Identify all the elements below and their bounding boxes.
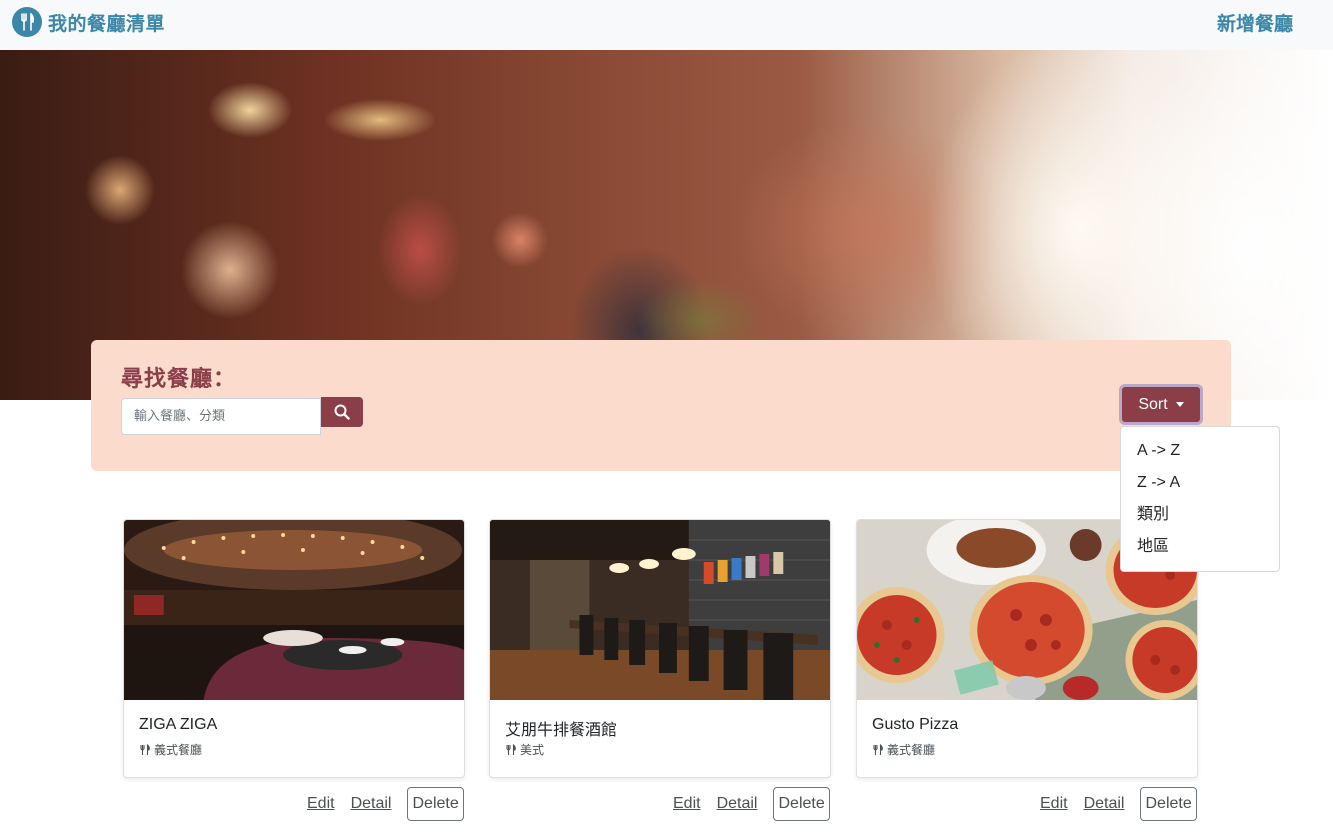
category-text: 義式餐廳	[887, 743, 936, 757]
restaurant-category: 義式餐廳	[139, 741, 202, 758]
delete-button[interactable]: Delete	[773, 787, 830, 821]
restaurant-photo	[490, 520, 830, 700]
card-actions: Edit Detail Delete	[1040, 787, 1197, 821]
delete-button[interactable]: Delete	[1140, 787, 1197, 821]
edit-link[interactable]: Edit	[307, 795, 335, 813]
sort-dropdown-button[interactable]: Sort	[1122, 387, 1200, 422]
search-button[interactable]	[321, 397, 363, 427]
restaurant-card[interactable]: ZIGA ZIGA 義式餐廳	[123, 519, 465, 778]
utensils-icon	[12, 7, 42, 37]
utensils-icon	[140, 743, 150, 755]
sort-option-category[interactable]: 類別	[1121, 499, 1279, 531]
restaurant-name: Gusto Pizza	[872, 716, 959, 733]
brand-link[interactable]: 我的餐廳清單	[12, 7, 165, 37]
sort-focus-ring: Sort	[1119, 384, 1203, 425]
utensils-icon	[506, 743, 516, 755]
edit-link[interactable]: Edit	[673, 795, 701, 813]
category-text: 美式	[520, 743, 545, 757]
restaurant-name: ZIGA ZIGA	[139, 716, 218, 733]
detail-link[interactable]: Detail	[1084, 795, 1125, 813]
sort-option-a-z[interactable]: A -> Z	[1121, 435, 1279, 467]
detail-link[interactable]: Detail	[351, 795, 392, 813]
search-title: 尋找餐廳：	[121, 367, 237, 392]
caret-down-icon	[1175, 402, 1184, 407]
restaurant-card[interactable]: 艾朋牛排餐酒館 美式	[489, 519, 831, 778]
search-panel: 尋找餐廳： Sort	[91, 340, 1231, 471]
sort-label: Sort	[1138, 395, 1168, 413]
search-input[interactable]	[121, 398, 321, 435]
search-icon	[334, 404, 350, 420]
sort-option-z-a[interactable]: Z -> A	[1121, 467, 1279, 499]
sort-dropdown-menu: A -> Z Z -> A 類別 地區	[1120, 426, 1280, 572]
card-actions: Edit Detail Delete	[673, 787, 830, 821]
restaurant-category: 義式餐廳	[872, 741, 935, 758]
add-restaurant-link[interactable]: 新增餐廳	[1217, 9, 1293, 36]
category-text: 義式餐廳	[154, 743, 203, 757]
utensils-icon	[873, 743, 883, 755]
restaurant-category: 美式	[505, 741, 544, 758]
detail-link[interactable]: Detail	[717, 795, 758, 813]
delete-button[interactable]: Delete	[407, 787, 464, 821]
restaurant-name: 艾朋牛排餐酒館	[505, 722, 618, 739]
edit-link[interactable]: Edit	[1040, 795, 1068, 813]
card-actions: Edit Detail Delete	[307, 787, 464, 821]
brand-text: 我的餐廳清單	[48, 12, 166, 35]
sort-option-location[interactable]: 地區	[1121, 531, 1279, 563]
navbar: 我的餐廳清單 新增餐廳	[0, 0, 1333, 50]
restaurant-photo	[124, 520, 464, 700]
